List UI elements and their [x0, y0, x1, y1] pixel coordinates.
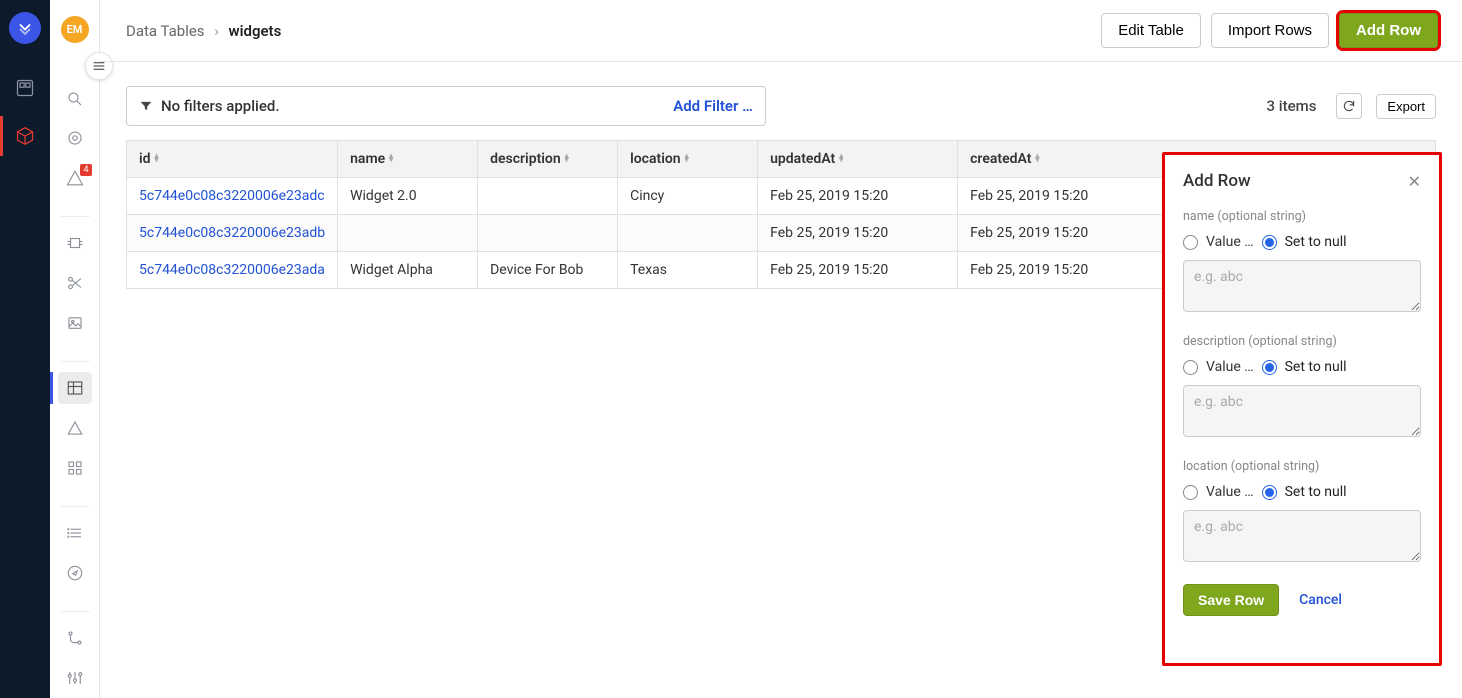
col-id[interactable]: id	[127, 141, 338, 178]
breadcrumb: Data Tables › widgets	[126, 22, 281, 40]
sort-icon	[155, 154, 159, 162]
breadcrumb-current: widgets	[229, 22, 282, 40]
radio-null[interactable]	[1262, 485, 1277, 500]
radio-null-label: Set to null	[1285, 234, 1347, 250]
nav-dashboard-icon[interactable]	[0, 64, 50, 112]
radio-value-label: Value …	[1206, 484, 1254, 500]
search-icon[interactable]	[50, 79, 100, 119]
field-label: location (optional string)	[1183, 459, 1421, 474]
field-name: name (optional string) Value … Set to nu…	[1183, 209, 1421, 316]
cell-description	[478, 178, 618, 215]
breadcrumb-separator: ›	[214, 22, 219, 40]
refresh-button[interactable]	[1336, 93, 1362, 119]
radio-null-label: Set to null	[1285, 359, 1347, 375]
breadcrumb-root[interactable]: Data Tables	[126, 22, 205, 40]
field-description: description (optional string) Value … Se…	[1183, 334, 1421, 441]
alerts-badge: 4	[80, 164, 91, 176]
col-description[interactable]: description	[478, 141, 618, 178]
filter-row: No filters applied. Add Filter … 3 items…	[126, 86, 1436, 126]
sort-icon	[685, 154, 689, 162]
sort-icon	[565, 154, 569, 162]
name-input[interactable]	[1183, 260, 1421, 312]
nav-data-tables-icon[interactable]	[58, 372, 92, 404]
cell-description: Device For Bob	[478, 252, 618, 289]
alerts-icon[interactable]: 4	[50, 158, 100, 198]
radio-null[interactable]	[1262, 235, 1277, 250]
field-label: description (optional string)	[1183, 334, 1421, 349]
col-updatedAt[interactable]: updatedAt	[758, 141, 958, 178]
radio-value-label: Value …	[1206, 234, 1254, 250]
close-icon[interactable]: ✕	[1408, 172, 1421, 191]
filter-bar: No filters applied. Add Filter …	[126, 86, 766, 126]
cell-location	[618, 215, 758, 252]
target-icon[interactable]	[50, 119, 100, 159]
sliders-icon[interactable]	[50, 658, 100, 698]
cell-id[interactable]: 5c744e0c08c3220006e23adc	[127, 178, 338, 215]
avatar[interactable]: EM	[61, 16, 89, 43]
radio-value[interactable]	[1183, 360, 1198, 375]
field-label: name (optional string)	[1183, 209, 1421, 224]
primary-nav	[0, 0, 50, 698]
cell-updatedAt: Feb 25, 2019 15:20	[758, 178, 958, 215]
add-filter-button[interactable]: Add Filter …	[673, 97, 753, 115]
cell-id[interactable]: 5c744e0c08c3220006e23ada	[127, 252, 338, 289]
separator	[60, 216, 90, 217]
filter-icon	[139, 99, 153, 113]
radio-value-label: Value …	[1206, 359, 1254, 375]
sort-icon	[389, 154, 393, 162]
secondary-nav: EM 4	[50, 0, 100, 698]
separator	[60, 361, 90, 362]
radio-value[interactable]	[1183, 485, 1198, 500]
save-row-button[interactable]: Save Row	[1183, 584, 1279, 616]
sort-icon	[1035, 154, 1039, 162]
image-icon[interactable]	[50, 303, 100, 343]
description-input[interactable]	[1183, 385, 1421, 437]
separator	[60, 506, 90, 507]
panel-title: Add Row	[1183, 171, 1251, 191]
radio-null[interactable]	[1262, 360, 1277, 375]
main-region: Data Tables › widgets Edit Table Import …	[100, 0, 1462, 698]
add-row-panel: Add Row ✕ name (optional string) Value ……	[1162, 152, 1442, 666]
triangle-icon[interactable]	[50, 408, 100, 448]
add-row-button[interactable]: Add Row	[1339, 13, 1438, 48]
list-icon[interactable]	[50, 513, 100, 553]
col-name[interactable]: name	[338, 141, 478, 178]
cell-description	[478, 215, 618, 252]
radio-value[interactable]	[1183, 235, 1198, 250]
import-rows-button[interactable]: Import Rows	[1211, 13, 1329, 48]
chip-icon[interactable]	[50, 223, 100, 263]
cell-location: Texas	[618, 252, 758, 289]
cell-id[interactable]: 5c744e0c08c3220006e23adb	[127, 215, 338, 252]
topbar: Data Tables › widgets Edit Table Import …	[100, 0, 1462, 62]
scissors-icon[interactable]	[50, 263, 100, 303]
separator	[60, 611, 90, 612]
filter-status-text: No filters applied.	[161, 97, 280, 115]
radio-null-label: Set to null	[1285, 484, 1347, 500]
cell-name: Widget 2.0	[338, 178, 478, 215]
location-input[interactable]	[1183, 510, 1421, 562]
cell-updatedAt: Feb 25, 2019 15:20	[758, 252, 958, 289]
export-button[interactable]: Export	[1376, 94, 1436, 119]
sort-icon	[839, 154, 843, 162]
cell-name: Widget Alpha	[338, 252, 478, 289]
col-location[interactable]: location	[618, 141, 758, 178]
nav-cube-icon[interactable]	[0, 112, 50, 160]
field-location: location (optional string) Value … Set t…	[1183, 459, 1421, 566]
grid-icon[interactable]	[50, 448, 100, 488]
cell-location: Cincy	[618, 178, 758, 215]
cancel-button[interactable]: Cancel	[1299, 592, 1342, 608]
cell-updatedAt: Feb 25, 2019 15:20	[758, 215, 958, 252]
compass-icon[interactable]	[50, 553, 100, 593]
edit-table-button[interactable]: Edit Table	[1101, 13, 1201, 48]
flow-icon[interactable]	[50, 618, 100, 658]
items-count: 3 items	[1267, 97, 1317, 115]
app-logo[interactable]	[9, 12, 41, 44]
cell-name	[338, 215, 478, 252]
